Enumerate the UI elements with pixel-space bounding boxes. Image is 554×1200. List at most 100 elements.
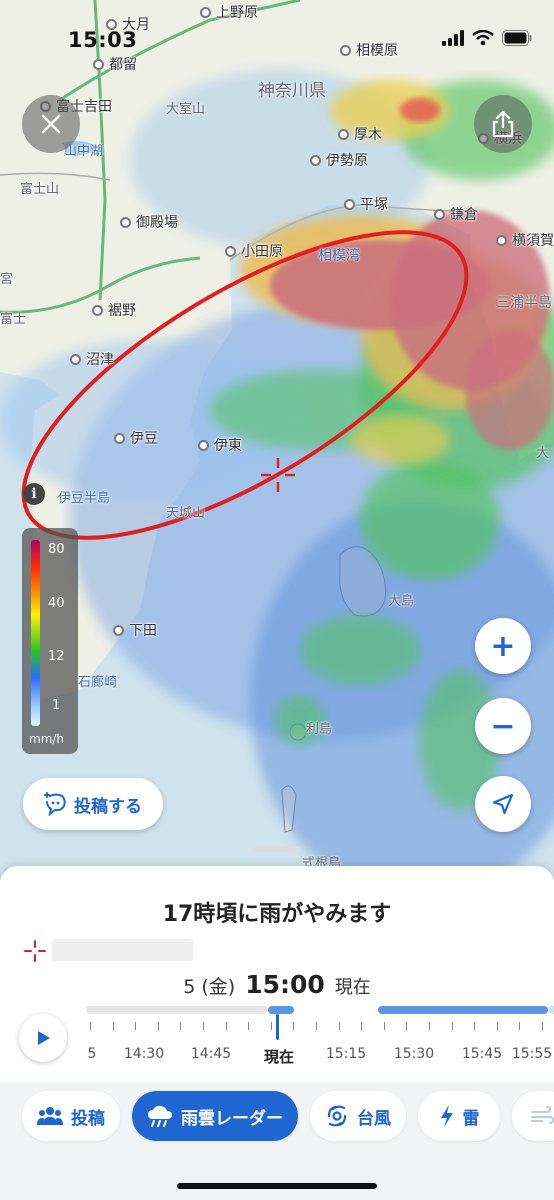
place-marker-icon	[496, 234, 507, 246]
navigation-arrow-icon	[492, 793, 514, 815]
place-sagamihara: 相模原	[340, 40, 398, 60]
forecast-track-end	[548, 1006, 554, 1014]
place-marker-icon	[198, 439, 209, 451]
map-canvas	[0, 0, 554, 880]
current-location-button[interactable]	[475, 776, 531, 832]
place-marker-icon	[113, 624, 124, 636]
battery-icon	[502, 30, 532, 46]
time-slider[interactable]: 5 14:30 14:45 現在 15:15 15:30 15:45 15:55	[86, 1000, 554, 1070]
date-label: 5 (金)	[183, 976, 236, 998]
legend-level-1: 1	[52, 698, 61, 713]
rain-legend: 80 40 12 1 mm/h	[22, 528, 78, 754]
place-ito: 伊東	[198, 435, 242, 455]
region-izuhanto: 伊豆半島	[58, 491, 111, 506]
timeline-label-now: 現在	[263, 1048, 295, 1066]
region-fujisan: 富士山	[20, 182, 60, 197]
timeline-tick	[135, 1022, 137, 1030]
region-dai-cut: 大	[536, 446, 550, 461]
place-marker-icon	[93, 58, 104, 70]
place-tsuru: 都留	[93, 54, 137, 74]
radar-map[interactable]: 15:03 大月 上野原 都留 相模原 富士吉田 厚木 伊勢原 横浜 御殿場 平…	[0, 0, 554, 880]
timeline-label: 14:45	[190, 1046, 232, 1062]
timeline-tick	[248, 1022, 250, 1030]
legend-level-12: 12	[48, 649, 65, 664]
timeline-tick	[519, 1022, 521, 1030]
place-marker-icon	[434, 208, 445, 220]
place-marker-icon	[344, 198, 355, 210]
post-button[interactable]: 投稿する	[23, 778, 163, 830]
place-marker-icon	[310, 154, 321, 166]
timeline-label: 15:45	[461, 1046, 503, 1062]
typhoon-icon	[327, 1105, 347, 1127]
wind-icon	[531, 1106, 554, 1124]
region-omuroyama: 大室山	[166, 102, 206, 117]
place-shimoda: 下田	[113, 620, 157, 640]
timeline-tick	[361, 1022, 363, 1030]
location-name-placeholder	[52, 939, 193, 961]
timeline-ticks	[86, 1022, 554, 1032]
now-label: 現在	[334, 977, 371, 998]
place-hiratsuka: 平塚	[344, 194, 388, 214]
share-button[interactable]	[474, 95, 532, 153]
close-icon	[41, 114, 61, 134]
region-oshima: 大島	[388, 594, 415, 609]
timeline-tick	[496, 1022, 498, 1030]
place-gotemba: 御殿場	[120, 212, 178, 232]
home-indicator	[177, 1183, 377, 1189]
place-kamakura: 鎌倉	[434, 204, 478, 224]
forecast-headline: 17時頃に雨がやみます	[162, 902, 392, 927]
minus-icon: −	[490, 708, 516, 744]
timeline-label: 15:55	[511, 1046, 553, 1062]
sheet-handle[interactable]	[253, 847, 301, 852]
timeline-tick	[406, 1022, 408, 1030]
play-icon	[38, 1031, 50, 1045]
legend-unit: mm/h	[29, 732, 65, 746]
current-datetime: 5 (金) 15:00 現在	[0, 970, 554, 999]
timeline-tick	[474, 1022, 476, 1030]
place-marker-icon	[92, 304, 103, 316]
region-kanagawa: 神奈川県	[258, 81, 326, 101]
timeline-tick	[451, 1022, 453, 1030]
close-button[interactable]	[22, 95, 80, 153]
timeline-label: 15:15	[325, 1046, 367, 1062]
timeline-tick	[293, 1022, 295, 1030]
place-isehara: 伊勢原	[310, 150, 368, 170]
tab-post[interactable]: 投稿	[22, 1091, 120, 1141]
timeline-tick	[270, 1022, 272, 1030]
legend-level-40: 40	[48, 596, 65, 611]
place-susono: 裾野	[92, 300, 136, 320]
play-button[interactable]	[19, 1014, 67, 1062]
tab-thunder[interactable]: 雷	[418, 1091, 500, 1141]
info-icon[interactable]: i	[23, 483, 45, 505]
place-marker-icon	[200, 6, 211, 18]
rain-cloud-icon	[148, 1105, 172, 1127]
region-miya-cut: 宮	[0, 272, 14, 287]
tab-wind[interactable]	[512, 1091, 554, 1141]
place-uenohara: 上野原	[200, 2, 258, 22]
lightning-icon	[440, 1105, 453, 1127]
tab-typhoon[interactable]: 台風	[310, 1091, 406, 1141]
place-atsugi: 厚木	[338, 124, 382, 144]
timeline-label: 5	[87, 1046, 97, 1062]
cellular-signal-icon	[442, 30, 464, 46]
timeline-tick	[157, 1022, 159, 1030]
place-odawara: 小田原	[225, 241, 283, 261]
place-marker-icon	[340, 44, 351, 56]
tab-rain-radar[interactable]: 雨雲レーダー	[132, 1091, 298, 1141]
region-amagi: 天城山	[166, 506, 206, 521]
timeline-tick	[338, 1022, 340, 1030]
timeline-cursor[interactable]	[276, 1014, 279, 1040]
place-marker-icon	[114, 432, 125, 444]
forecast-track	[378, 1006, 548, 1014]
plus-icon: +	[490, 628, 516, 664]
past-track	[86, 1006, 268, 1014]
region-sagamiwan: 相模湾	[318, 248, 360, 264]
region-toshima: 利島	[306, 722, 333, 737]
tab-typhoon-label: 台風	[357, 1108, 391, 1129]
zoom-out-button[interactable]: −	[475, 698, 531, 754]
place-marker-icon	[225, 245, 236, 257]
region-irozaki: 石廊崎	[78, 675, 118, 690]
legend-level-80: 80	[48, 542, 65, 557]
zoom-in-button[interactable]: +	[475, 618, 531, 674]
post-bubble-icon	[44, 792, 66, 816]
